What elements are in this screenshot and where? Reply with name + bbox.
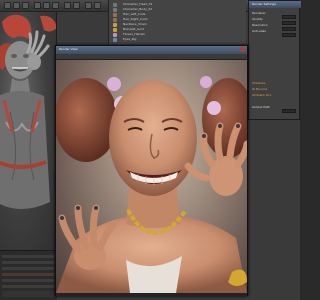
setting-label: Output Path: [252, 105, 270, 109]
setting-row[interactable]: Quality: [252, 17, 298, 25]
object-swatch: [113, 23, 117, 27]
object-label: Necklace_Chain: [123, 22, 147, 26]
object-swatch: [113, 13, 117, 17]
setting-row[interactable]: Ambient Occ.: [252, 93, 298, 97]
setting-label: Anti-alias: [252, 29, 266, 33]
render-settings-dialog: Render Settings Renderer Quality Resolut…: [248, 0, 301, 120]
character-render: [56, 76, 247, 293]
object-label: Hair_Right_Curls: [123, 17, 148, 21]
setting-row[interactable]: Renderer: [252, 11, 298, 19]
object-label: Bracelet_Gold: [123, 27, 144, 31]
setting-label: Quality: [252, 17, 263, 21]
timeline-track[interactable]: [2, 279, 54, 282]
setting-field[interactable]: [282, 109, 296, 113]
playback-controls[interactable]: [2, 291, 54, 297]
render-window: Render View: [55, 45, 248, 296]
object-label: Character_Head_01: [123, 2, 153, 6]
close-icon[interactable]: [240, 47, 245, 52]
timeline-panel[interactable]: [0, 250, 57, 300]
timeline-track[interactable]: [2, 285, 54, 288]
scale-tool-button[interactable]: [52, 2, 59, 9]
setting-label: GI Bounce: [252, 87, 268, 91]
settings-button[interactable]: [94, 2, 101, 9]
setting-label: Shadows: [252, 81, 266, 85]
object-label: Flower_Hairpin: [123, 32, 146, 36]
viewport-3d[interactable]: [0, 12, 57, 250]
setting-label: Ambient Occ.: [252, 93, 273, 97]
object-swatch: [113, 3, 117, 7]
setting-row[interactable]: Anti-alias: [252, 29, 298, 37]
paint-tool-button[interactable]: [73, 2, 80, 9]
timeline-track[interactable]: [2, 255, 54, 258]
object-label: Character_Body_02: [123, 7, 153, 11]
setting-row[interactable]: GI Bounce: [252, 87, 298, 91]
timeline-track[interactable]: [2, 267, 54, 270]
setting-row[interactable]: Shadows: [252, 81, 298, 85]
render-window-title: Render View: [59, 47, 78, 51]
render-button[interactable]: [85, 2, 92, 9]
open-file-button[interactable]: [13, 2, 20, 9]
setting-label: Resolution: [252, 23, 268, 27]
object-swatch: [113, 33, 117, 37]
sculpt-tool-button[interactable]: [64, 2, 71, 9]
object-label: Eyes_Rig: [123, 37, 137, 41]
dialog-titlebar[interactable]: Render Settings: [249, 1, 301, 8]
render-status-bar: [56, 293, 247, 296]
object-swatch: [113, 8, 117, 12]
render-canvas: [56, 60, 247, 293]
setting-row[interactable]: Resolution: [252, 23, 298, 31]
outliner-row[interactable]: Eyes_Rig: [113, 37, 241, 42]
move-tool-button[interactable]: [34, 2, 41, 9]
setting-field[interactable]: [282, 33, 296, 37]
object-swatch: [113, 18, 117, 22]
render-titlebar[interactable]: Render View: [56, 46, 247, 54]
object-swatch: [113, 28, 117, 32]
app-window: Character_Head_01 Character_Body_02 Hair…: [0, 0, 301, 300]
outliner-panel: Character_Head_01 Character_Body_02 Hair…: [108, 0, 246, 46]
object-label: Hair_Left_Curls: [123, 12, 146, 16]
timeline-track[interactable]: [2, 273, 54, 276]
save-file-button[interactable]: [22, 2, 29, 9]
rotate-tool-button[interactable]: [43, 2, 50, 9]
timeline-track[interactable]: [2, 261, 54, 264]
sculpt-preview: [0, 14, 56, 209]
setting-label: Renderer: [252, 11, 266, 15]
dialog-title: Render Settings: [252, 2, 276, 6]
new-file-button[interactable]: [4, 2, 11, 9]
setting-row[interactable]: Output Path: [252, 105, 298, 113]
object-swatch: [113, 38, 117, 42]
